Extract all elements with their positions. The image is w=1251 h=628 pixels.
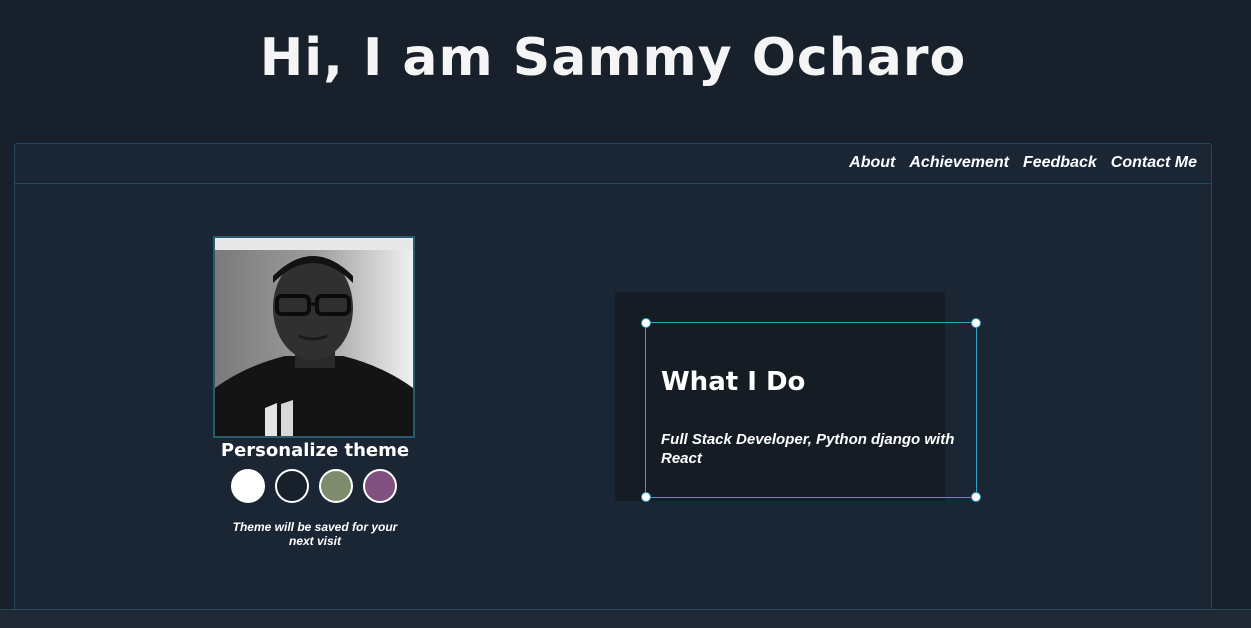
card-title: What I Do bbox=[661, 367, 806, 397]
page-title: Hi, I am Sammy Ocharo bbox=[259, 28, 967, 88]
nav-link-contact-me[interactable]: Contact Me bbox=[1111, 154, 1197, 172]
resize-handle-top-right[interactable] bbox=[971, 318, 981, 328]
nav-links: About Achievement Feedback Contact Me bbox=[849, 154, 1197, 172]
resize-handle-top-left[interactable] bbox=[641, 318, 651, 328]
profile-photo-image bbox=[215, 238, 413, 436]
card-text: Full Stack Developer, Python django with… bbox=[661, 431, 955, 467]
page: Hi, I am Sammy Ocharo About Achievement … bbox=[0, 0, 1251, 628]
theme-title: Personalize theme bbox=[220, 440, 410, 461]
nav-link-achievement[interactable]: Achievement bbox=[909, 154, 1009, 172]
resize-handle-bottom-right[interactable] bbox=[971, 492, 981, 502]
theme-note: Theme will be saved for your next visit bbox=[232, 520, 398, 548]
resize-handle-bottom-left[interactable] bbox=[641, 492, 651, 502]
nav-link-feedback[interactable]: Feedback bbox=[1023, 154, 1097, 172]
theme-swatches bbox=[231, 469, 397, 503]
theme-swatch-dark[interactable] bbox=[275, 469, 309, 503]
main-panel: About Achievement Feedback Contact Me Pe… bbox=[14, 143, 1212, 618]
navbar: About Achievement Feedback Contact Me bbox=[15, 144, 1211, 184]
theme-swatch-green[interactable] bbox=[319, 469, 353, 503]
theme-swatch-purple[interactable] bbox=[363, 469, 397, 503]
theme-swatch-white[interactable] bbox=[231, 469, 265, 503]
what-i-do-card: What I Do Full Stack Developer, Python d… bbox=[641, 318, 981, 502]
profile-photo bbox=[213, 236, 415, 438]
footer-bar bbox=[0, 609, 1251, 628]
nav-link-about[interactable]: About bbox=[849, 154, 895, 172]
